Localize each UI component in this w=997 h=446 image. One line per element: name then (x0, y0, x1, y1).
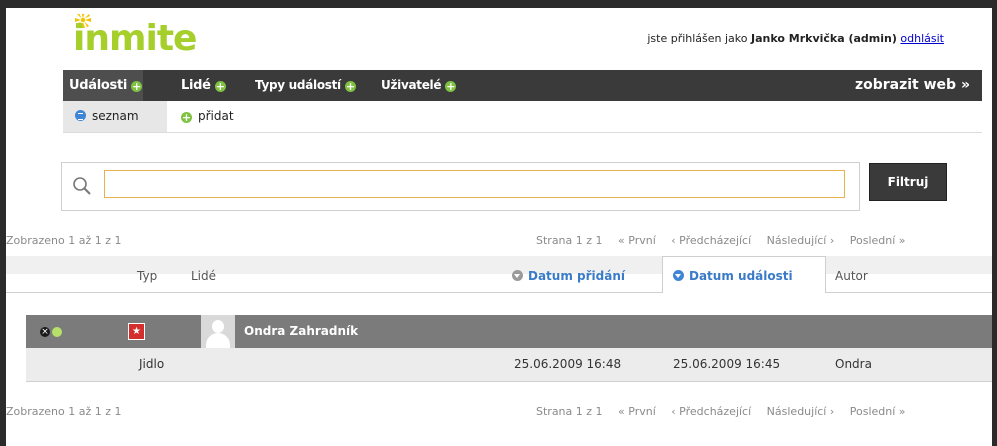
svg-text:inmite: inmite (73, 18, 196, 54)
pager-prev[interactable]: ‹ Předcházející (671, 234, 751, 247)
page: inmite jste přihlášen jako Janko Mrkvičk… (6, 8, 992, 446)
show-web-link[interactable]: zobrazit web » (855, 70, 970, 101)
person-name[interactable]: Ondra Zahradník (244, 315, 358, 348)
main-nav: Události + Lidé + Typy událostí + Uživatelé… (63, 70, 982, 101)
list-icon (75, 110, 86, 121)
pager-first[interactable]: « První (618, 405, 656, 418)
table-row-header: × ★ Ondra Zahradník (26, 315, 992, 348)
user-info: jste přihlášen jako Janko Mrkvička (admi… (647, 32, 944, 45)
pager: Strana 1 z 1 « První ‹ Předcházející Nás… (536, 234, 906, 247)
plus-icon[interactable]: + (344, 81, 356, 92)
search-icon (73, 177, 91, 195)
col-label: Datum přidání (528, 269, 625, 283)
tab-seznam[interactable]: seznam (63, 101, 167, 132)
result-count: Zobrazeno 1 až 1 z 1 (6, 234, 122, 247)
pager-next[interactable]: Následující › (767, 405, 835, 418)
cell-type: Jidlo (139, 357, 165, 371)
tab-label: přidat (198, 109, 234, 123)
logout-link[interactable]: odhlásit (900, 32, 944, 45)
more-icon[interactable] (52, 327, 62, 337)
sort-icon (512, 270, 523, 281)
user-name: Janko Mrkvička (admin) (751, 32, 897, 45)
col-label: Datum události (689, 269, 793, 283)
event-type-icon: ★ (128, 323, 145, 340)
table-row[interactable]: Jidlo 25.06.2009 16:48 25.06.2009 16:45 … (26, 348, 992, 382)
user-prefix: jste přihlášen jako (647, 32, 748, 45)
nav-item-uzivatele[interactable]: Uživatelé + (381, 70, 457, 101)
nav-label: Lidé (181, 78, 211, 93)
tab-pridat[interactable]: + přidat (181, 101, 234, 132)
page-indicator: Strana 1 z 1 (536, 405, 603, 418)
nav-item-udalosti[interactable]: Události + (63, 70, 143, 101)
avatar (201, 315, 235, 348)
pager-last[interactable]: Poslední » (850, 405, 906, 418)
plus-icon: + (181, 111, 192, 124)
cell-event-date: 25.06.2009 16:45 (673, 357, 781, 371)
nav-label: Události (69, 78, 128, 93)
plus-icon[interactable]: + (214, 81, 226, 92)
page-indicator: Strana 1 z 1 (536, 234, 603, 247)
col-datum-udalosti[interactable]: Datum události (673, 269, 793, 283)
sub-nav: seznam + přidat (63, 101, 982, 133)
result-count-bottom: Zobrazeno 1 až 1 z 1 (6, 405, 122, 418)
pager-first[interactable]: « První (618, 234, 656, 247)
nav-label: Uživatelé (381, 78, 442, 92)
col-lide[interactable]: Lidé (191, 269, 216, 283)
pager-last[interactable]: Poslední » (850, 234, 906, 247)
nav-label: Typy událostí (255, 78, 341, 92)
plus-icon[interactable]: + (131, 81, 143, 92)
tab-label: seznam (92, 109, 139, 123)
nav-item-typy-udalosti[interactable]: Typy událostí + (255, 70, 356, 101)
plus-icon[interactable]: + (445, 81, 457, 92)
col-typ[interactable]: Typ (137, 269, 157, 283)
filter-button[interactable]: Filtruj (869, 163, 947, 201)
search-box (61, 162, 860, 211)
sort-desc-icon (673, 270, 684, 281)
inmite-logo[interactable]: inmite (69, 14, 229, 54)
pager-bottom: Strana 1 z 1 « První ‹ Předcházející Nás… (536, 405, 906, 418)
cell-added: 25.06.2009 16:48 (514, 357, 622, 371)
delete-icon[interactable]: × (40, 327, 50, 337)
nav-item-lide[interactable]: Lidé + (181, 70, 226, 101)
col-autor[interactable]: Autor (835, 269, 868, 283)
pager-next[interactable]: Následující › (767, 234, 835, 247)
col-datum-pridani[interactable]: Datum přidání (512, 269, 625, 283)
pager-prev[interactable]: ‹ Předcházející (671, 405, 751, 418)
cell-author: Ondra (835, 357, 872, 371)
search-input[interactable] (104, 170, 845, 198)
